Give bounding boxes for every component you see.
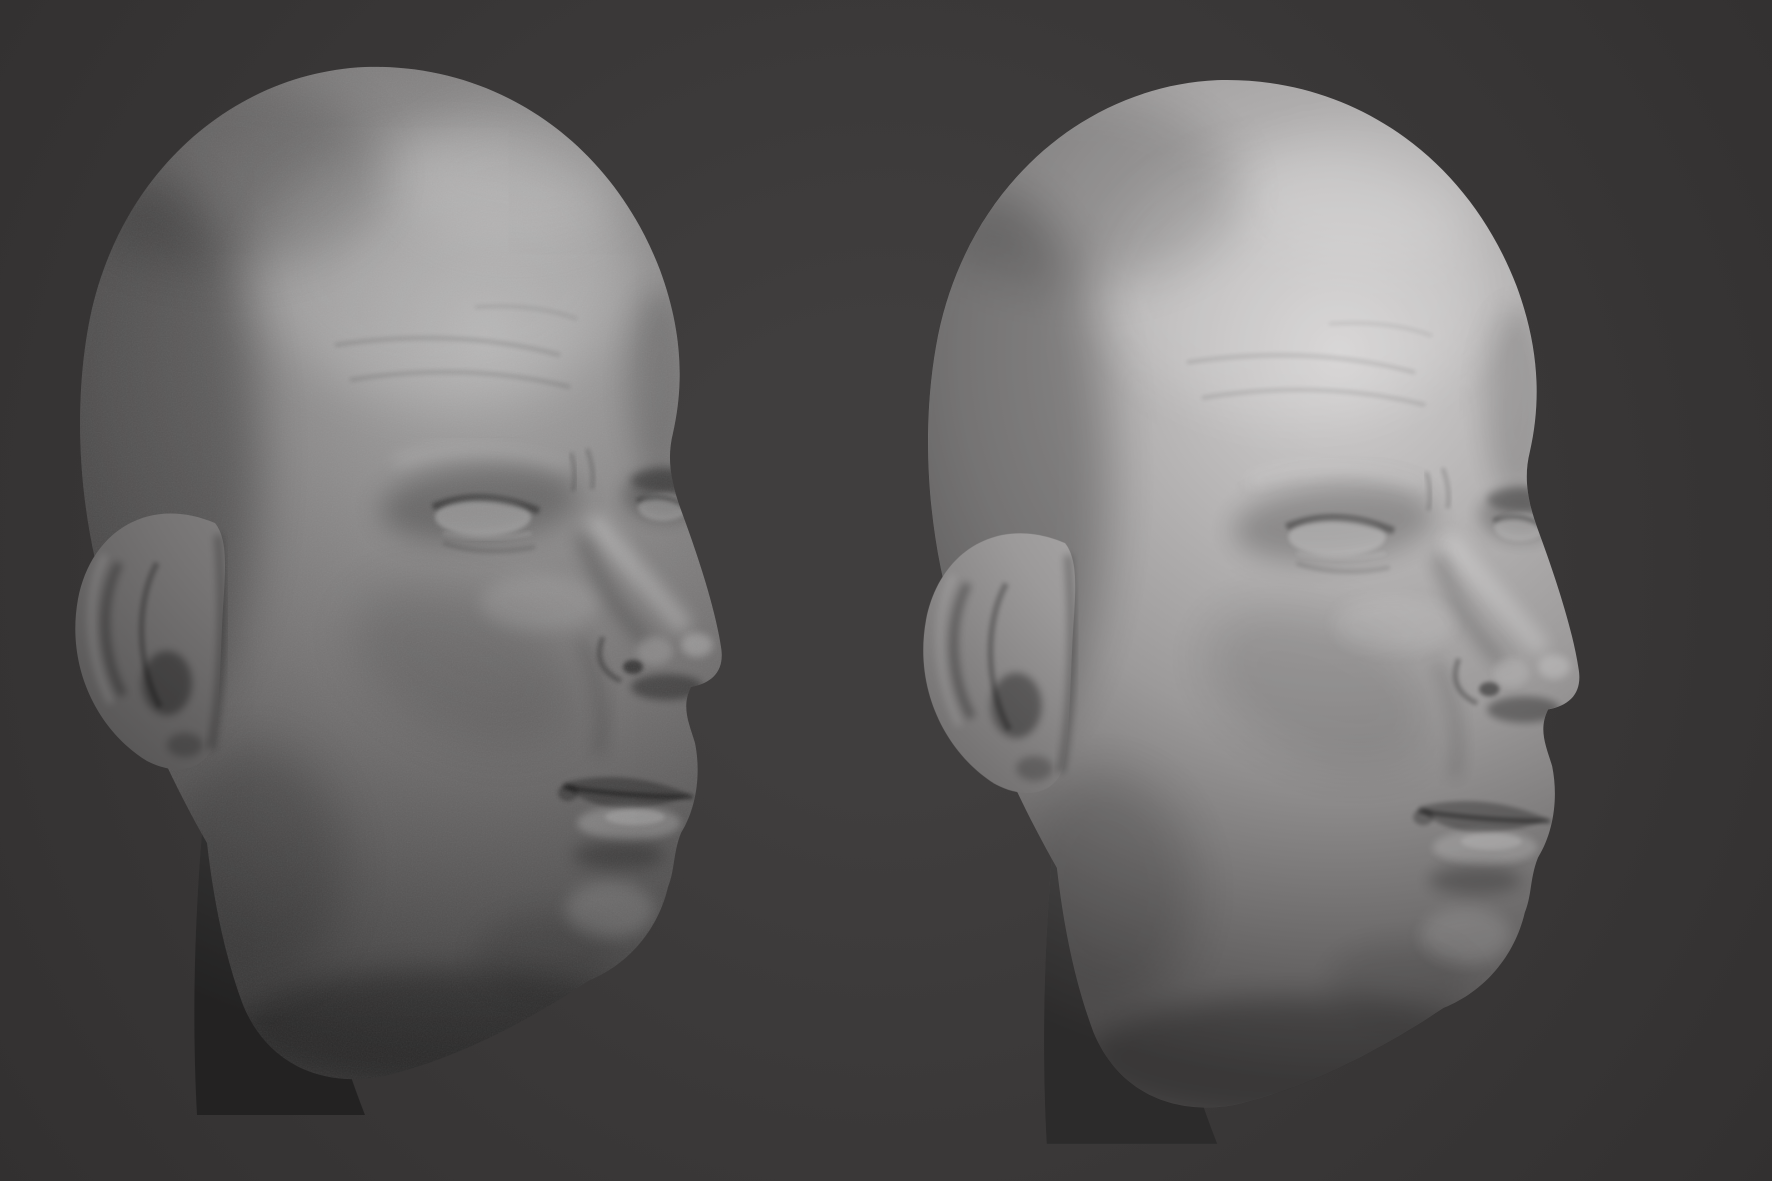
- sculpt-canvas: [0, 0, 1772, 1181]
- viewport-canvas: [0, 0, 1772, 1181]
